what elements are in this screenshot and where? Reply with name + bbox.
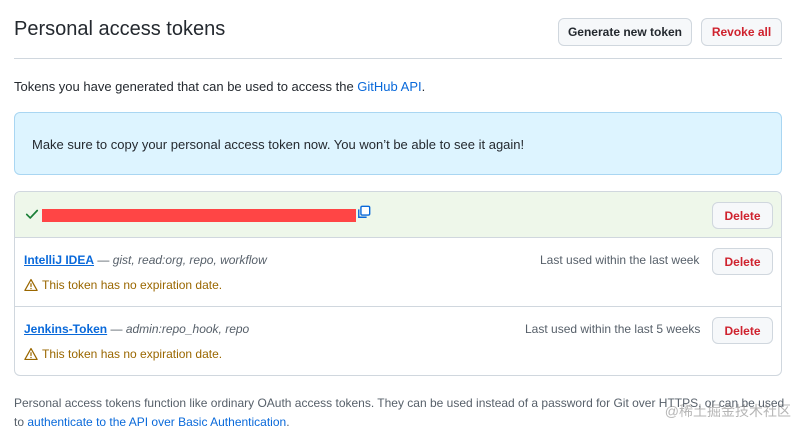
token-description: Jenkins-Token — admin:repo_hook, repo <box>24 322 249 336</box>
delete-new-token-button[interactable]: Delete <box>712 202 773 229</box>
intro-body: Tokens you have generated that can be us… <box>14 79 358 94</box>
generate-token-button[interactable]: Generate new token <box>558 18 692 46</box>
expiration-warning: This token has no expiration date. <box>24 347 222 361</box>
token-list: Delete IntelliJ IDEA — gist, read:org, r… <box>14 191 782 376</box>
token-separator: — <box>107 322 126 336</box>
redacted-token-value <box>42 209 356 222</box>
token-name-link[interactable]: Jenkins-Token <box>24 322 107 336</box>
alert-icon <box>24 278 38 292</box>
last-used-text: Last used within the last week <box>540 253 700 267</box>
token-description: IntelliJ IDEA — gist, read:org, repo, wo… <box>24 253 267 267</box>
basic-auth-link[interactable]: authenticate to the API over Basic Authe… <box>27 415 286 429</box>
token-name-link[interactable]: IntelliJ IDEA <box>24 253 94 267</box>
watermark: @稀土掘金技术社区 <box>664 403 791 419</box>
token-scopes: admin:repo_hook, repo <box>125 322 250 336</box>
delete-token-button[interactable]: Delete <box>712 317 773 344</box>
page-title: Personal access tokens <box>14 18 226 40</box>
github-api-link[interactable]: GitHub API <box>357 79 421 94</box>
token-separator: — <box>94 253 113 267</box>
check-icon <box>25 209 39 219</box>
footer-suffix: . <box>286 415 290 429</box>
token-row: IntelliJ IDEA — gist, read:org, repo, wo… <box>15 238 781 307</box>
token-scopes: gist, read:org, repo, workflow <box>112 253 267 267</box>
new-token-row: Delete <box>15 192 781 238</box>
notice-message: Make sure to copy your personal access t… <box>32 137 525 152</box>
delete-token-button[interactable]: Delete <box>712 248 773 275</box>
revoke-all-button[interactable]: Revoke all <box>701 18 782 46</box>
copy-token-notice: Make sure to copy your personal access t… <box>14 112 782 175</box>
warning-text: This token has no expiration date. <box>42 347 223 361</box>
intro-suffix: . <box>421 79 426 94</box>
last-used-text: Last used within the last 5 weeks <box>525 322 701 336</box>
token-row: Jenkins-Token — admin:repo_hook, repo La… <box>15 307 781 375</box>
intro-text: Tokens you have generated that can be us… <box>14 79 425 94</box>
warning-text: This token has no expiration date. <box>42 278 223 292</box>
page-header: Personal access tokens Generate new toke… <box>14 0 782 59</box>
alert-icon <box>24 347 38 361</box>
expiration-warning: This token has no expiration date. <box>24 278 222 292</box>
copy-icon[interactable] <box>357 205 371 219</box>
